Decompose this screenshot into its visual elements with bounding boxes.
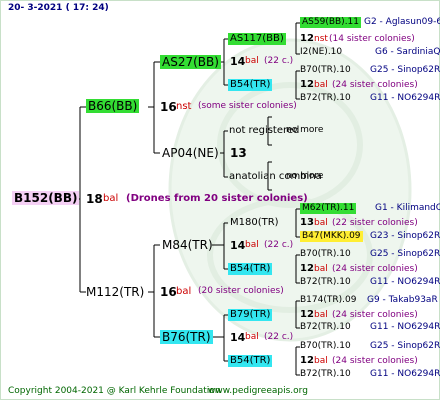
gen1-bal: bal xyxy=(103,193,119,204)
gen3-d-bal: bal xyxy=(245,332,259,342)
gen4-c2-bal: bal xyxy=(314,264,328,274)
queen-b54-d[interactable]: B54(TR) xyxy=(228,355,273,367)
queen-b47[interactable]: B47(MKK).09 xyxy=(300,231,363,242)
gen3-c-note: (22 c.) xyxy=(264,240,294,250)
queen-as59[interactable]: AS59(BB).11 xyxy=(300,17,362,28)
gen4-c2-note: (24 sister colonies) xyxy=(332,264,418,274)
gen1-note: (Drones from 20 sister colonies) xyxy=(126,193,308,204)
queen-b72[interactable]: B72(TR).10 xyxy=(300,323,351,332)
gen5-info: G9 - Takab93aR xyxy=(367,295,438,305)
gen3-a-bal: bal xyxy=(245,56,259,66)
gen3-c-bal: bal xyxy=(245,240,259,250)
queen-as27[interactable]: AS27(BB) xyxy=(160,55,221,69)
queen-b76[interactable]: B76(TR) xyxy=(160,330,213,344)
gen4-a1-nst: nst xyxy=(314,34,328,44)
gen3-a-note: (22 c.) xyxy=(264,56,294,66)
gen2-bottom-number: 16 xyxy=(160,285,177,299)
gen1-number: 18 xyxy=(86,192,103,206)
gen4-d2-bal: bal xyxy=(314,356,328,366)
gen2-bottom-bal: bal xyxy=(176,286,192,297)
queen-b54-a[interactable]: B54(TR) xyxy=(228,79,273,91)
no-more: no more xyxy=(286,125,324,135)
queen-b70[interactable]: B70(TR).10 xyxy=(300,250,351,259)
gen4-d2-note: (24 sister colonies) xyxy=(332,356,418,366)
gen2-top-nst: nst xyxy=(176,101,192,112)
queen-m84[interactable]: M84(TR) xyxy=(162,239,213,251)
gen3-d-number: 14 xyxy=(230,331,246,344)
gen4-c1-number: 13 xyxy=(300,217,314,228)
gen4-d2-number: 12 xyxy=(300,355,314,366)
gen4-a2-number: 12 xyxy=(300,79,314,90)
copyright-text: Copyright 2004-2021 @ Karl Kehrle Founda… xyxy=(8,386,221,396)
queen-m62[interactable]: M62(TR).11 xyxy=(300,203,357,214)
gen2-top-note: (some sister colonies) xyxy=(198,101,297,111)
gen5-info: G6 - SardiniaQ xyxy=(375,47,440,57)
gen4-d1-note: (24 sister colonies) xyxy=(332,310,418,320)
queen-b72[interactable]: B72(TR).10 xyxy=(300,94,351,103)
gen4-c1-note: (22 sister colonies) xyxy=(332,218,418,228)
queen-as117[interactable]: AS117(BB) xyxy=(228,33,286,45)
gen5-info: G25 - Sinop62R xyxy=(370,65,440,75)
gen4-d1-bal: bal xyxy=(314,310,328,320)
queen-b66[interactable]: B66(BB) xyxy=(86,99,140,113)
gen5-info: G1 - KilimandQ xyxy=(375,203,440,213)
queen-b72[interactable]: B72(TR).10 xyxy=(300,278,351,287)
site-link[interactable]: www.pedigreeapis.org xyxy=(208,387,308,396)
queen-b79[interactable]: B79(TR) xyxy=(228,309,273,321)
queen-m180[interactable]: M180(TR) xyxy=(230,218,279,228)
gen5-info: G25 - Sinop62R xyxy=(370,249,440,259)
queen-b70[interactable]: B70(TR).10 xyxy=(300,66,351,75)
gen4-a1-note: (14 sister colonies) xyxy=(329,34,415,44)
queen-b174[interactable]: B174(TR).09 xyxy=(300,296,356,305)
gen4-c1-bal: bal xyxy=(314,218,328,228)
gen5-info: G11 - NO6294R xyxy=(370,369,440,379)
gen5-info: G25 - Sinop62R xyxy=(370,341,440,351)
gen5-info: G2 - Aglasun09-6 xyxy=(364,17,440,27)
gen5-info: G23 - Sinop62R xyxy=(370,231,440,241)
gen3-d-note: (22 c.) xyxy=(264,332,294,342)
gen5-info: G11 - NO6294R xyxy=(370,322,440,332)
queen-b70[interactable]: B70(TR).10 xyxy=(300,342,351,351)
queen-m112[interactable]: M112(TR) xyxy=(86,286,144,298)
gen3-b-number: 13 xyxy=(230,146,247,160)
queen-ap04[interactable]: AP04(NE) xyxy=(162,147,219,159)
gen4-a1-number: 12 xyxy=(300,33,314,44)
gen4-a2-note: (24 sister colonies) xyxy=(332,80,418,90)
gen5-info: G11 - NO6294R xyxy=(370,93,440,103)
gen2-top-number: 16 xyxy=(160,100,177,114)
queen-i2[interactable]: I2(NE).10 xyxy=(300,48,342,57)
gen2-bottom-note: (20 sister colonies) xyxy=(198,286,284,296)
gen4-a2-bal: bal xyxy=(314,80,328,90)
gen4-c2-number: 12 xyxy=(300,263,314,274)
gen3-a-number: 14 xyxy=(230,55,246,68)
queen-b72[interactable]: B72(TR).10 xyxy=(300,370,351,379)
no-more: no more xyxy=(286,171,324,181)
gen3-c-number: 14 xyxy=(230,239,246,252)
gen4-d1-number: 12 xyxy=(300,309,314,320)
queen-b54-c[interactable]: B54(TR) xyxy=(228,263,273,275)
queen-b152[interactable]: B152(BB) xyxy=(12,191,80,205)
gen5-info: G11 - NO6294R xyxy=(370,277,440,287)
